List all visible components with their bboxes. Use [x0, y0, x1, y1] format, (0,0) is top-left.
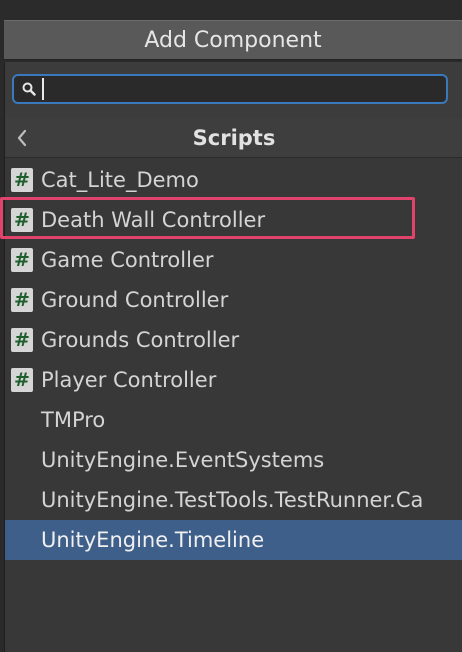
script-hash-icon: # [11, 168, 33, 192]
list-item-label: UnityEngine.TestTools.TestRunner.Ca [41, 488, 424, 512]
search-area [5, 62, 462, 118]
script-hash-icon: # [11, 208, 33, 232]
list-item-tmpro[interactable]: TMPro [5, 400, 462, 440]
list-item-label: Ground Controller [41, 288, 229, 312]
chevron-left-icon[interactable] [11, 126, 33, 150]
list-item-label: Grounds Controller [41, 328, 240, 352]
script-hash-icon: # [11, 288, 33, 312]
list-item-unityengine-testtools[interactable]: UnityEngine.TestTools.TestRunner.Ca [5, 480, 462, 520]
script-hash-icon: # [11, 368, 33, 392]
list-item-label: Death Wall Controller [41, 208, 266, 232]
list-item-cat-lite-demo[interactable]: # Cat_Lite_Demo [5, 160, 462, 200]
add-component-button[interactable]: Add Component [4, 20, 462, 60]
list-item-death-wall-controller[interactable]: # Death Wall Controller [5, 200, 462, 240]
list-item-unityengine-eventsystems[interactable]: UnityEngine.EventSystems [5, 440, 462, 480]
list-item-player-controller[interactable]: # Player Controller [5, 360, 462, 400]
search-input[interactable] [42, 78, 446, 100]
list-item-ground-controller[interactable]: # Ground Controller [5, 280, 462, 320]
list-item-label: UnityEngine.EventSystems [41, 448, 325, 472]
component-dropdown-panel: Scripts # Cat_Lite_Demo # Death Wall Con… [4, 62, 462, 652]
list-item-unityengine-timeline[interactable]: UnityEngine.Timeline [5, 520, 462, 560]
list-item-label: Cat_Lite_Demo [41, 168, 199, 192]
script-hash-icon: # [11, 328, 33, 352]
list-item-grounds-controller[interactable]: # Grounds Controller [5, 320, 462, 360]
category-header: Scripts [5, 118, 462, 158]
add-component-label: Add Component [144, 27, 322, 53]
category-title: Scripts [192, 125, 276, 150]
list-item-label: Player Controller [41, 368, 217, 392]
script-hash-icon: # [11, 248, 33, 272]
search-field[interactable] [12, 74, 448, 104]
search-icon [18, 78, 40, 100]
list-item-label: Game Controller [41, 248, 214, 272]
list-item-game-controller[interactable]: # Game Controller [5, 240, 462, 280]
list-item-label: TMPro [41, 408, 106, 432]
inspector-top-strip [0, 0, 462, 20]
list-item-label: UnityEngine.Timeline [41, 528, 265, 552]
script-list: # Cat_Lite_Demo # Death Wall Controller … [5, 160, 462, 560]
